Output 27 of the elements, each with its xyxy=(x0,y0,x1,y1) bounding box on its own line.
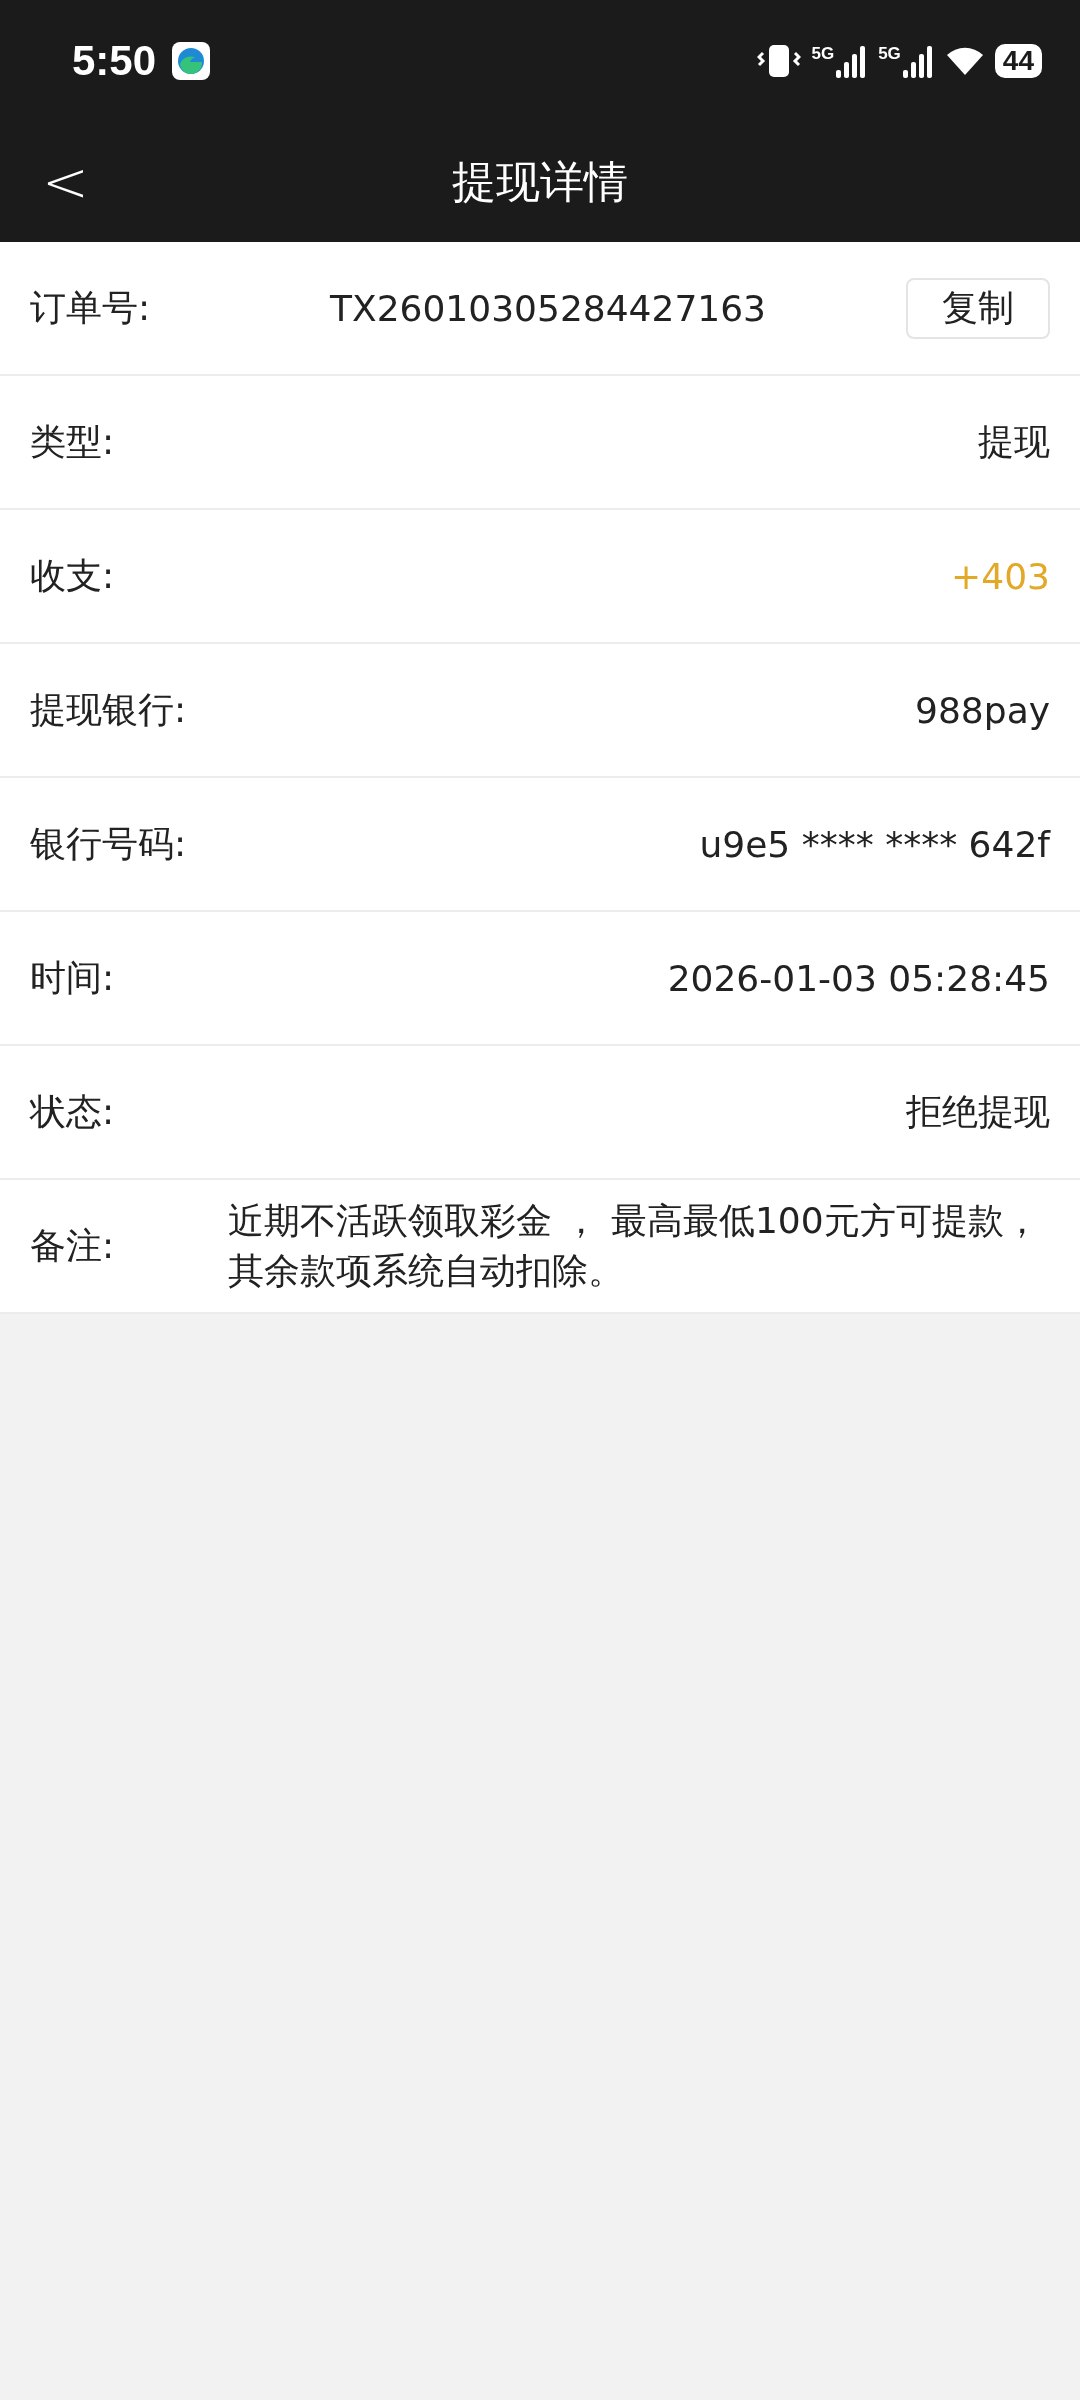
wifi-icon xyxy=(944,45,985,77)
field-label: 收支: xyxy=(30,553,116,598)
field-label: 提现银行: xyxy=(30,687,188,732)
amount-value: +403 xyxy=(951,555,1050,597)
copy-button[interactable]: 复制 xyxy=(906,277,1050,339)
field-value: u9e5 **** **** 642f xyxy=(699,823,1050,865)
field-value: 拒绝提现 xyxy=(906,1089,1050,1134)
order-number: TX26010305284427163 xyxy=(330,287,767,329)
remark-text: 近期不活跃领取彩金 ， 最高最低100元方可提款，其余款项系统自动扣除。 xyxy=(228,1198,1041,1293)
vibrate-icon xyxy=(757,43,802,79)
network-label: 5G xyxy=(811,44,835,64)
back-button[interactable]: < xyxy=(30,154,101,210)
clock: 5:50 xyxy=(72,37,157,85)
field-label: 订单号: xyxy=(30,285,152,330)
browser-icon xyxy=(172,42,211,80)
signal-icon xyxy=(902,44,935,78)
page-title: 提现详情 xyxy=(452,154,628,209)
field-label: 银行号码: xyxy=(30,821,188,866)
field-label: 状态: xyxy=(30,1089,116,1134)
field-value: 988pay xyxy=(915,689,1050,731)
network-label: 5G xyxy=(878,44,901,64)
battery-indicator: 44 xyxy=(994,44,1042,78)
field-label: 类型: xyxy=(30,419,116,464)
field-label: 备注: xyxy=(30,1223,116,1268)
field-value: 2026-01-03 05:28:45 xyxy=(667,957,1050,999)
field-value: 提现 xyxy=(978,419,1050,464)
field-label: 时间: xyxy=(30,955,116,1000)
